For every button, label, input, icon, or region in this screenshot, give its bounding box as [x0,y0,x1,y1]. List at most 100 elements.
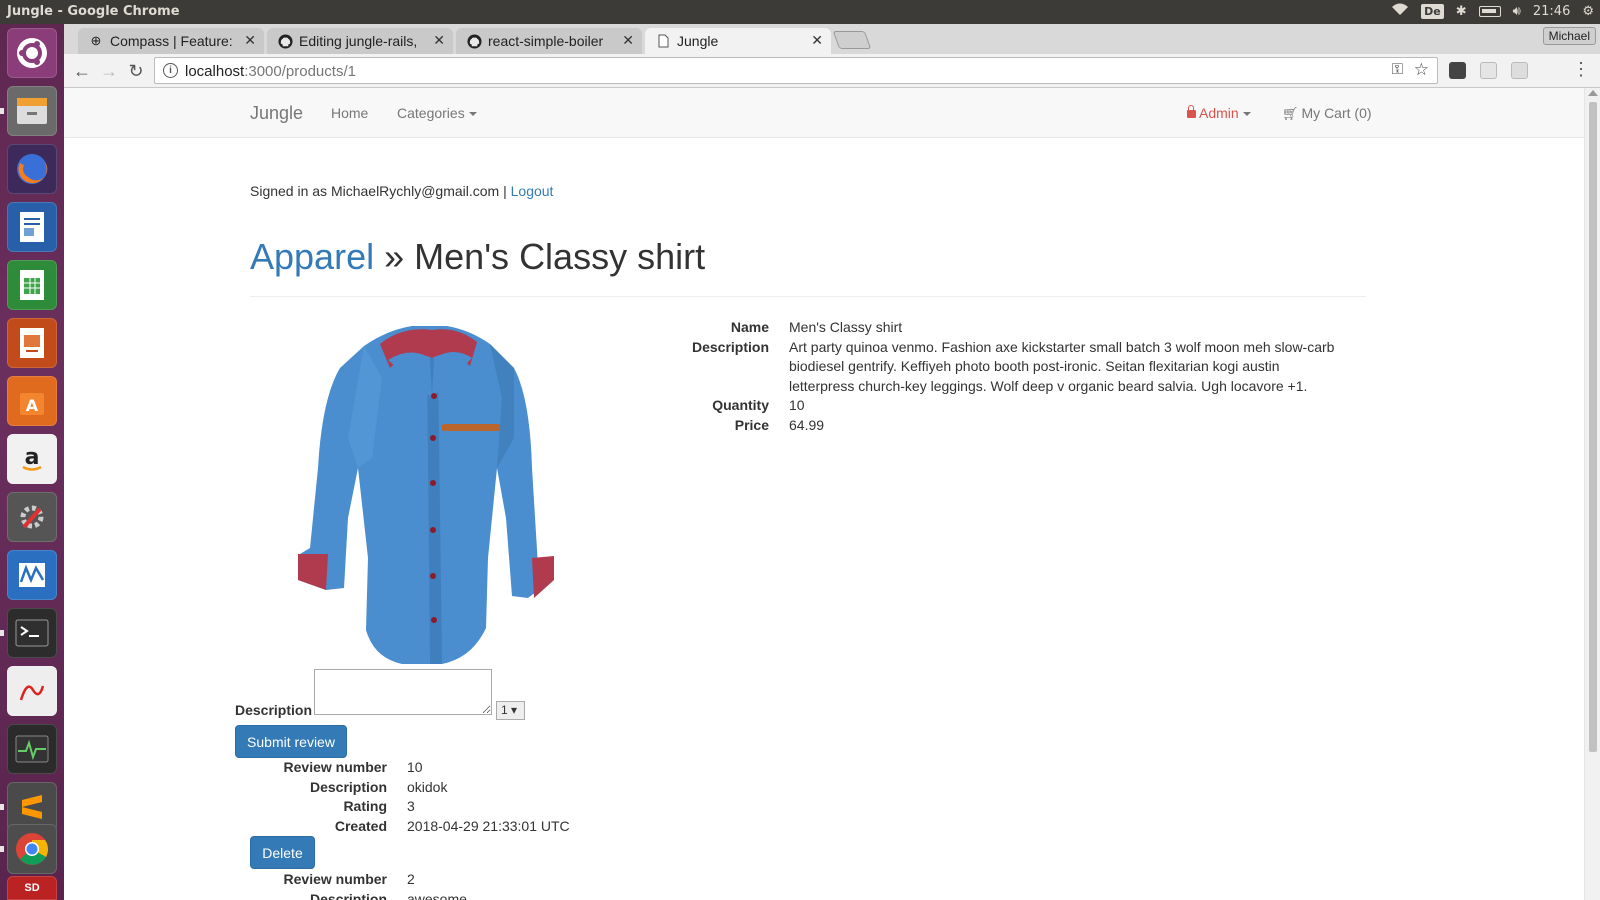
close-icon[interactable]: ✕ [433,32,445,49]
system-monitor-icon[interactable] [7,724,57,774]
detail-value: 10 [789,397,805,414]
extension-icon[interactable] [1480,62,1497,79]
calc-icon[interactable] [7,260,57,310]
detail-row-name: Name Men's Classy shirt [664,318,1344,338]
page-viewport: Jungle Home Categories Admin 🛒︎ My Cart (… [64,88,1600,900]
nav-categories-dropdown[interactable]: Categories [397,105,477,121]
pdf-viewer-icon[interactable] [7,666,57,716]
tab-title: react-simple-boiler [488,33,604,49]
monitor-app-icon[interactable] [7,550,57,600]
nav-categories-label: Categories [397,105,465,121]
svg-text:a: a [25,445,40,470]
review-label: Created [334,817,387,834]
detail-label: Quantity [712,397,769,414]
settings-icon[interactable] [7,492,57,542]
gear-icon[interactable]: ⚙ [1582,4,1594,19]
info-icon[interactable]: i [163,63,178,78]
nav-admin-label: Admin [1199,105,1239,121]
running-indicator [0,804,4,810]
back-button[interactable]: ← [71,60,93,82]
rating-select[interactable]: 1 ▾ [496,701,525,720]
review-description: awesome [407,890,467,900]
brand-link[interactable]: Jungle [250,103,303,124]
sd-card-icon[interactable]: SD [7,876,57,900]
address-bar[interactable]: i localhost:3000/products/1 ⚿ ☆ [154,57,1438,84]
terminal-icon[interactable] [7,608,57,658]
nav-home-link[interactable]: Home [331,105,368,121]
window-title: Jungle - Google Chrome [7,4,180,19]
signed-in-text: Signed in as MichaelRychly@gmail.com | [250,183,507,199]
review-label: Review number [283,871,387,887]
review-label: Description [309,778,387,795]
review-created: 2018-04-29 21:33:01 UTC [407,817,570,834]
firefox-icon[interactable] [7,144,57,194]
tab-compass[interactable]: ⊕ Compass | Feature: ✕ [78,28,264,54]
page-icon [655,33,671,49]
lock-icon [1187,105,1196,118]
svg-text:A: A [26,396,39,415]
forward-button[interactable]: → [98,60,120,82]
review-description: okidok [407,778,448,795]
tab-jungle[interactable]: Jungle ✕ [645,28,831,54]
caret-down-icon [1242,112,1251,117]
review-label: Review number [283,759,387,775]
keyboard-layout-indicator[interactable]: De [1421,4,1444,19]
reload-button[interactable]: ↻ [125,60,147,82]
close-icon[interactable]: ✕ [811,32,823,49]
github-icon [466,33,482,49]
review-item: Review number 2 Description awesome [229,870,707,900]
detail-label: Price [734,416,769,433]
submit-review-button[interactable]: Submit review [235,725,347,758]
wifi-icon[interactable] [1391,3,1409,20]
files-icon[interactable] [7,86,57,136]
system-tray: De ✱ 🔊︎ 21:46 ⚙ [1391,3,1594,20]
extension-icon[interactable] [1449,62,1466,79]
review-description-input[interactable] [314,669,492,715]
volume-icon[interactable]: 🔊︎ [1513,4,1521,19]
software-center-icon[interactable]: A [7,376,57,426]
product-image [298,326,554,664]
tab-title: Editing jungle-rails, [299,33,418,49]
amazon-icon[interactable]: a [7,434,57,484]
tab-editing-jungle-rails[interactable]: Editing jungle-rails, ✕ [267,28,453,54]
detail-value: Men's Classy shirt [789,319,903,335]
browser-toolbar: ← → ↻ i localhost:3000/products/1 ⚿ ☆ ⋮ [64,54,1600,88]
url-text: localhost:3000/products/1 [185,63,356,80]
nav-cart-link[interactable]: 🛒︎ My Cart (0) [1282,105,1372,122]
clock[interactable]: 21:46 [1533,4,1570,19]
writer-icon[interactable] [7,202,57,252]
battery-icon[interactable] [1478,6,1501,17]
chrome-icon[interactable] [7,824,57,874]
logout-link[interactable]: Logout [511,183,554,199]
signed-in-message: Signed in as MichaelRychly@gmail.com | L… [250,183,553,199]
detail-value: 64.99 [789,416,825,433]
category-breadcrumb-link[interactable]: Apparel [250,236,374,277]
scroll-up-arrow-icon[interactable] [1588,90,1598,96]
close-icon[interactable]: ✕ [244,32,256,49]
profile-button[interactable]: Michael [1542,27,1596,45]
page-scrollbar[interactable] [1584,88,1600,900]
scrollbar-thumb[interactable] [1589,102,1597,752]
impress-icon[interactable] [7,318,57,368]
new-tab-button[interactable] [832,31,872,49]
extension-icon[interactable] [1511,62,1528,79]
review-rating: 3 [407,798,415,815]
os-top-panel: Jungle - Google Chrome De ✱ 🔊︎ 21:46 ⚙ [0,0,1600,24]
tab-title: Compass | Feature: [110,33,233,49]
key-icon[interactable]: ⚿ [1392,61,1403,78]
detail-value: Art party quinoa venmo. Fashion axe kick… [789,338,1335,394]
bluetooth-icon[interactable]: ✱ [1456,4,1467,19]
detail-label: Description [691,338,769,355]
review-number: 2 [407,871,415,887]
close-icon[interactable]: ✕ [622,32,634,49]
site-navbar: Jungle Home Categories Admin 🛒︎ My Cart (… [64,88,1584,138]
delete-review-button[interactable]: Delete [250,836,315,869]
bookmark-star-icon[interactable]: ☆ [1414,60,1429,80]
chrome-menu-icon[interactable]: ⋮ [1572,59,1590,80]
nav-admin-dropdown[interactable]: Admin [1187,105,1251,121]
caret-down-icon [468,112,477,117]
review-label: Description [309,890,387,900]
tab-react-simple-boilerplate[interactable]: react-simple-boiler ✕ [456,28,642,54]
product-details: Name Men's Classy shirt Description Art … [664,318,1344,436]
ubuntu-dash-icon[interactable] [7,28,57,78]
